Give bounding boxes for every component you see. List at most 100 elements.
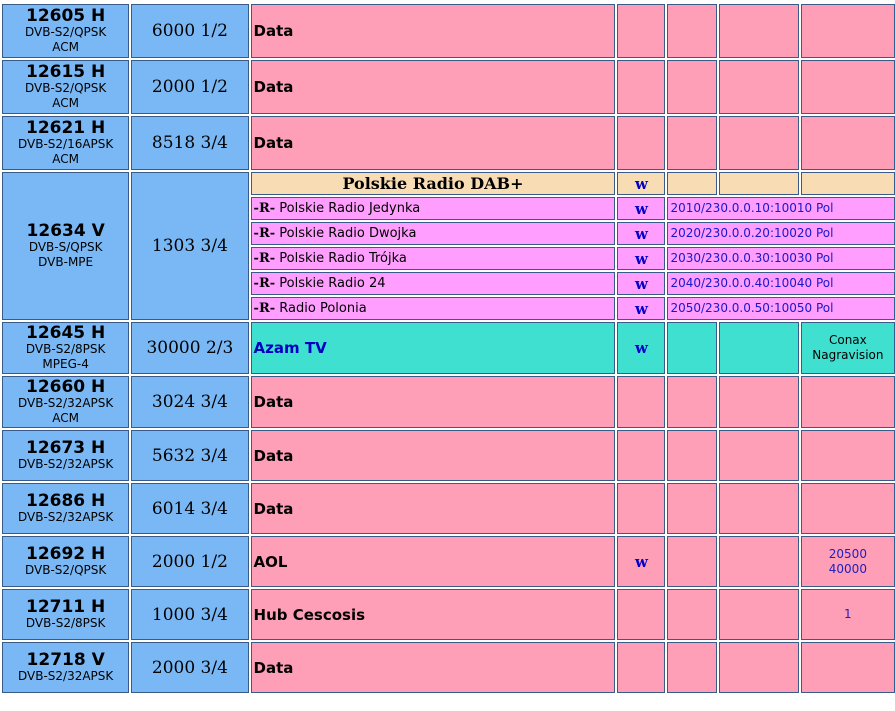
system: DVB-S2/32APSK xyxy=(17,456,114,471)
radio-name-cell: -R- Polskie Radio Jedynka xyxy=(250,197,616,220)
empty-cell xyxy=(617,376,666,428)
channel-name: AOL xyxy=(253,552,288,571)
empty-cell xyxy=(667,642,717,693)
empty-cell xyxy=(617,589,666,640)
symbol-rate: 1303 3/4 xyxy=(131,172,249,320)
empty-cell xyxy=(617,642,666,693)
web-link[interactable]: w xyxy=(635,250,648,268)
channel-name-cell: Azam TV xyxy=(250,322,616,374)
frequency: 12634 V xyxy=(26,220,105,241)
radio-name: Polskie Radio Trójka xyxy=(279,251,407,266)
empty-cell xyxy=(718,60,799,114)
empty-cell xyxy=(800,483,895,534)
empty-cell xyxy=(718,116,799,170)
empty-cell xyxy=(667,376,717,428)
web-link[interactable]: w xyxy=(635,339,648,357)
system: DVB-S2/32APSK xyxy=(17,509,114,524)
encryption-system: Nagravision xyxy=(812,348,884,362)
transponder-row: 12673 H DVB-S2/32APSK 5632 3/4 Data xyxy=(2,430,895,481)
weblink-cell: w xyxy=(617,172,666,195)
pid-cell: 2040/230.0.0.40:10040 Pol xyxy=(667,272,895,295)
page: 12605 H DVB-S2/QPSK ACM 6000 1/2 Data 12… xyxy=(0,0,895,711)
pid-number: 20500 xyxy=(828,546,867,561)
empty-cell xyxy=(800,430,895,481)
weblink-cell: w xyxy=(617,272,666,295)
empty-cell xyxy=(667,4,717,58)
frequency: 12673 H xyxy=(25,437,106,458)
radio-name-cell: -R- Polskie Radio 24 xyxy=(250,272,616,295)
symbol-rate: 3024 3/4 xyxy=(131,376,249,428)
radio-marker: -R- xyxy=(253,201,276,216)
transponder-row: 12645 H DVB-S2/8PSK MPEG-4 30000 2/3 Aza… xyxy=(2,322,895,374)
pid-cell: 2050/230.0.0.50:10050 Pol xyxy=(667,297,895,320)
frequency-cell: 12645 H DVB-S2/8PSK MPEG-4 xyxy=(2,322,130,374)
system: DVB-S2/32APSK xyxy=(17,668,114,683)
radio-marker: -R- xyxy=(253,276,276,291)
symbol-rate: 1000 3/4 xyxy=(131,589,249,640)
transponder-row: 12615 H DVB-S2/QPSK ACM 2000 1/2 Data xyxy=(2,60,895,114)
modulation: ACM xyxy=(52,39,79,54)
frequency-cell: 12634 V DVB-S/QPSK DVB-MPE xyxy=(2,172,130,320)
empty-cell xyxy=(718,589,799,640)
pid-cell: 1 xyxy=(800,589,895,640)
channel-name-cell: AOL xyxy=(250,536,616,587)
web-link[interactable]: w xyxy=(635,300,648,318)
symbol-rate: 2000 1/2 xyxy=(131,536,249,587)
web-link[interactable]: w xyxy=(635,553,648,571)
empty-cell xyxy=(718,642,799,693)
empty-cell xyxy=(667,60,717,114)
radio-name-cell: -R- Polskie Radio Dwojka xyxy=(250,222,616,245)
empty-cell xyxy=(617,116,666,170)
pid-cell: 2020/230.0.0.20:10020 Pol xyxy=(667,222,895,245)
empty-cell xyxy=(718,322,799,374)
frequency: 12660 H xyxy=(25,376,106,397)
empty-cell xyxy=(667,322,717,374)
empty-cell xyxy=(718,536,799,587)
symbol-rate: 6014 3/4 xyxy=(131,483,249,534)
web-link[interactable]: w xyxy=(635,175,648,193)
empty-cell xyxy=(800,60,895,114)
system: DVB-S2/QPSK xyxy=(25,562,107,577)
pid-cell: 20500 40000 xyxy=(800,536,895,587)
frequency-cell: 12621 H DVB-S2/16APSK ACM xyxy=(2,116,130,170)
frequency-cell: 12718 V DVB-S2/32APSK xyxy=(2,642,130,693)
channel-name: Azam TV xyxy=(253,339,327,357)
pid-info: 2030/230.0.0.30:10030 Pol xyxy=(670,251,834,265)
radio-name-cell: -R- Radio Polonia xyxy=(250,297,616,320)
radio-marker: -R- xyxy=(253,226,276,241)
pid-info: 2010/230.0.0.10:10010 Pol xyxy=(670,201,834,215)
encryption-cell: Conax Nagravision xyxy=(800,322,895,374)
system: DVB-S2/QPSK xyxy=(25,24,107,39)
system: DVB-S/QPSK xyxy=(28,239,103,254)
weblink-cell: w xyxy=(617,322,666,374)
frequency-cell: 12605 H DVB-S2/QPSK ACM xyxy=(2,4,130,58)
system: DVB-S2/8PSK xyxy=(25,615,106,630)
empty-cell xyxy=(617,4,666,58)
channel-name-cell: Data xyxy=(250,60,616,114)
frequency-cell: 12711 H DVB-S2/8PSK xyxy=(2,589,130,640)
package-name: Polskie Radio DAB+ xyxy=(342,174,524,193)
symbol-rate: 30000 2/3 xyxy=(131,322,249,374)
frequency: 12621 H xyxy=(25,117,106,138)
empty-cell xyxy=(718,430,799,481)
channel-name: Data xyxy=(253,22,294,40)
radio-name: Polskie Radio Dwojka xyxy=(279,226,417,241)
frequency-cell: 12686 H DVB-S2/32APSK xyxy=(2,483,130,534)
pid-info: 2050/230.0.0.50:10050 Pol xyxy=(670,301,834,315)
empty-cell xyxy=(800,116,895,170)
channel-name-cell: Data xyxy=(250,376,616,428)
frequency: 12686 H xyxy=(25,490,106,511)
frequency: 12605 H xyxy=(25,5,106,26)
system: DVB-S2/QPSK xyxy=(25,80,107,95)
web-link[interactable]: w xyxy=(635,275,648,293)
weblink-cell: w xyxy=(617,247,666,270)
empty-cell xyxy=(617,483,666,534)
symbol-rate: 5632 3/4 xyxy=(131,430,249,481)
symbol-rate: 8518 3/4 xyxy=(131,116,249,170)
web-link[interactable]: w xyxy=(635,200,648,218)
modulation: DVB-MPE xyxy=(38,254,94,269)
web-link[interactable]: w xyxy=(635,225,648,243)
radio-marker: -R- xyxy=(253,301,276,316)
system: DVB-S2/8PSK xyxy=(25,341,106,356)
transponder-row: 12692 H DVB-S2/QPSK 2000 1/2 AOL w 20500… xyxy=(2,536,895,587)
